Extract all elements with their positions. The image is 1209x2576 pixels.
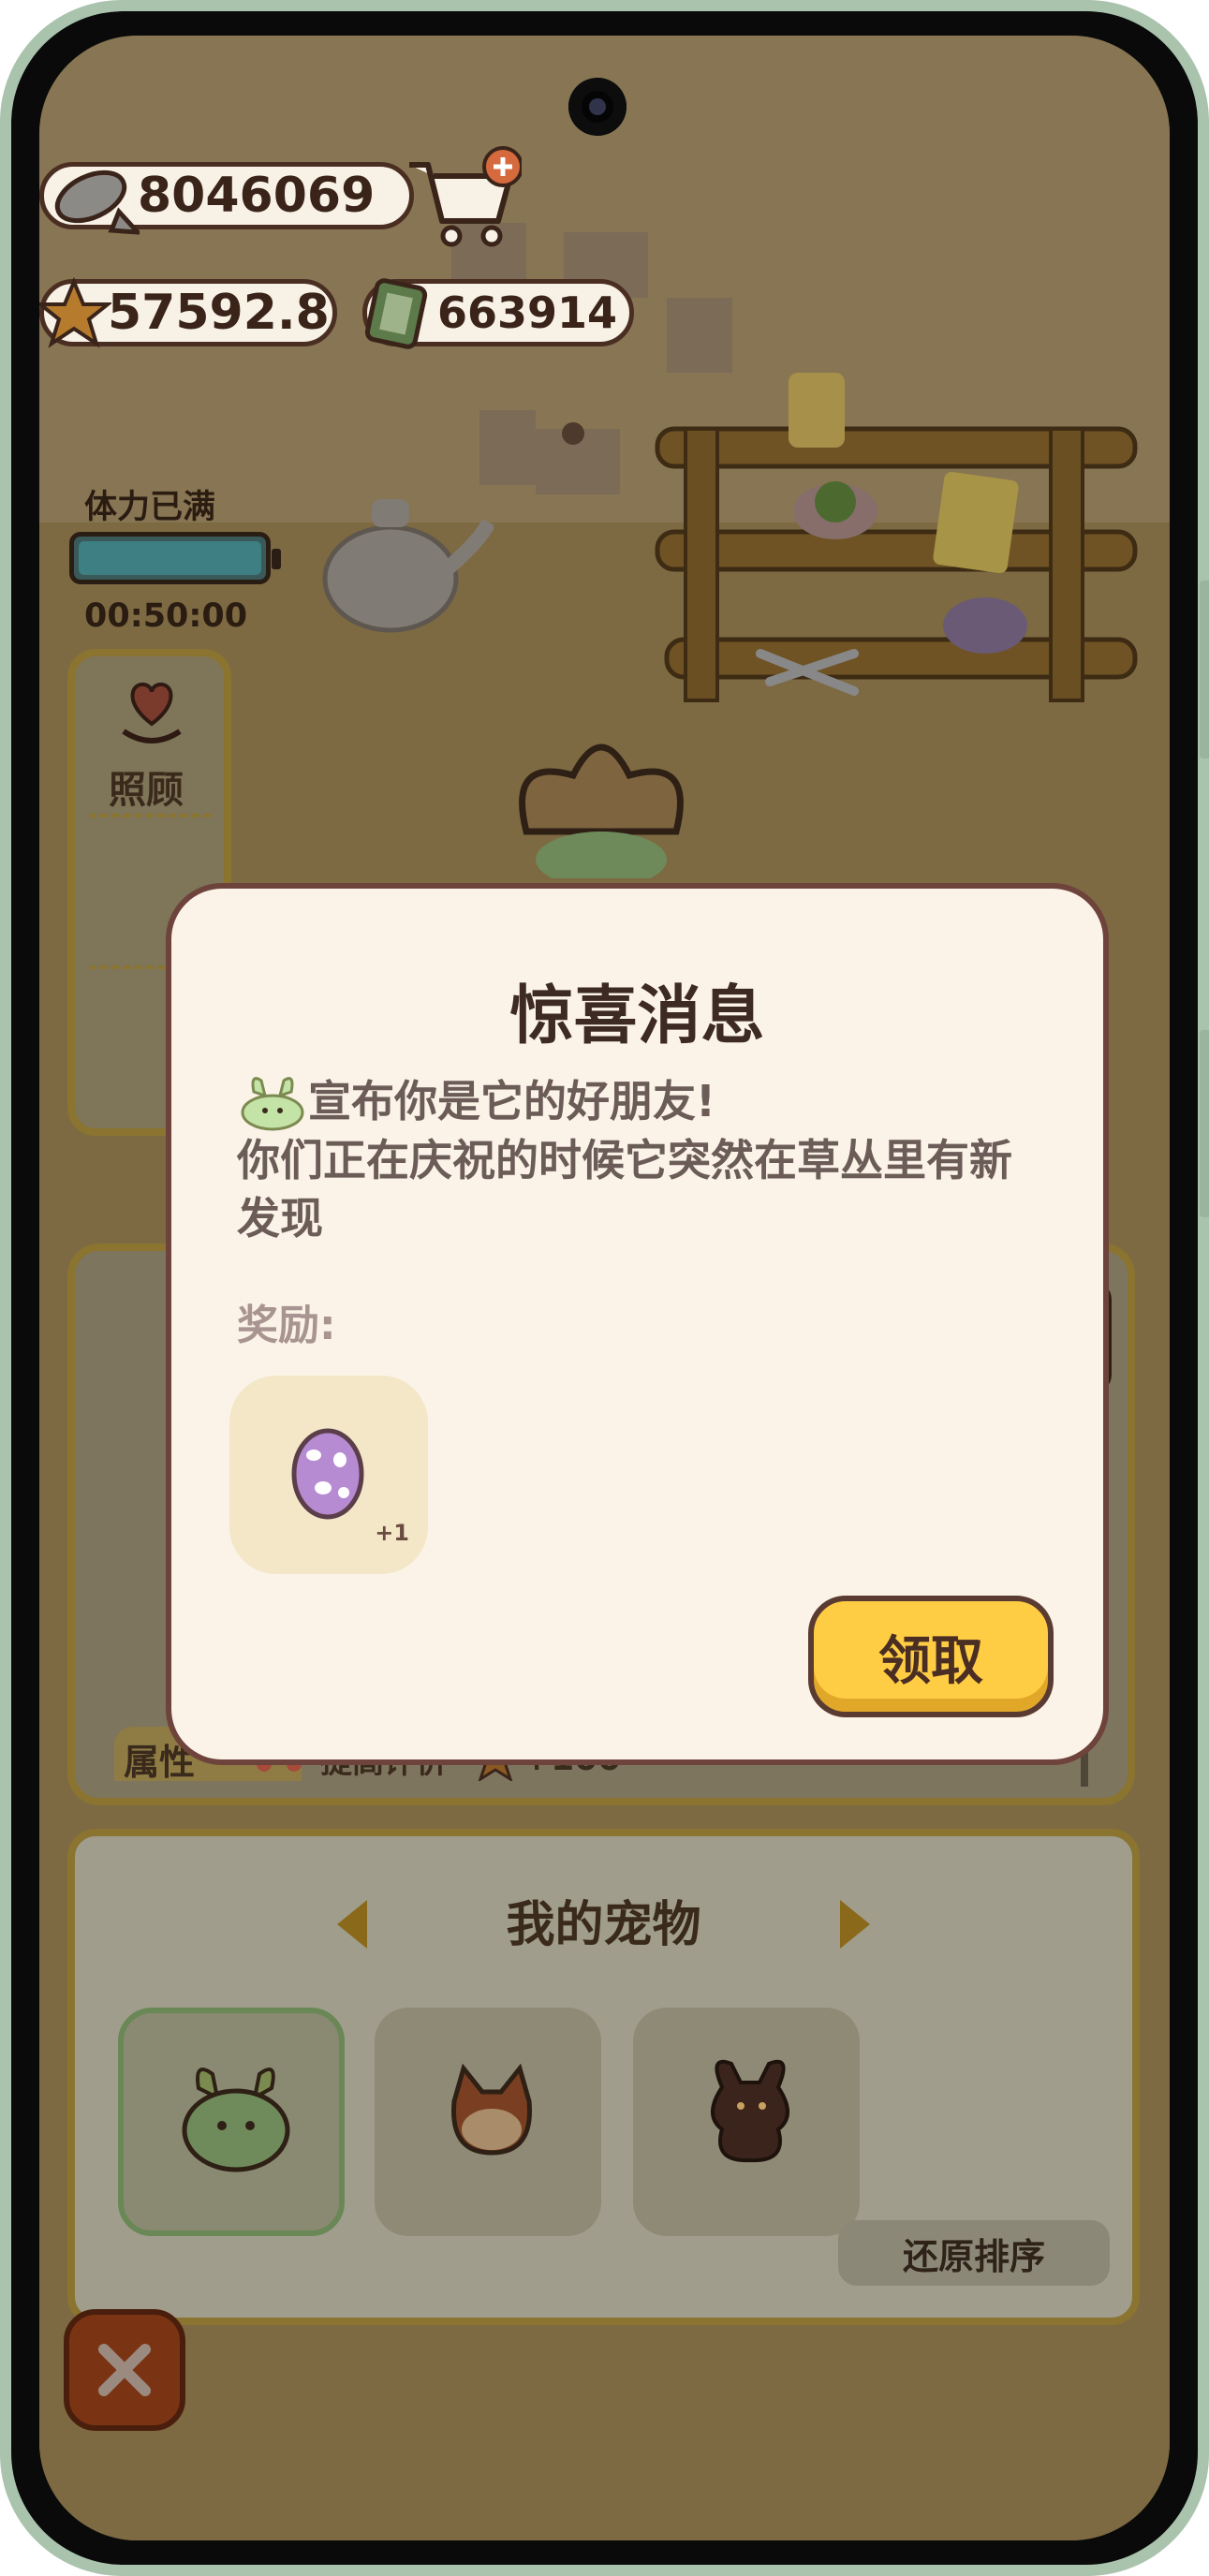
star-currency: 57592.8	[39, 276, 337, 348]
stamina-fill	[79, 541, 261, 575]
heart-hand-icon	[122, 682, 182, 743]
pet-slot-dark-creature[interactable]	[633, 2008, 860, 2236]
ticket-currency: 663914	[362, 278, 634, 349]
menu-divider	[89, 814, 211, 817]
surprise-dialog: 惊喜消息 宣布你是它的好朋友! 你们正在庆祝的时候它突然在草丛里有新发现 奖励:	[166, 883, 1109, 1765]
front-camera	[568, 78, 627, 136]
star-count: 57592.8	[108, 285, 330, 341]
fox-pet-icon	[451, 2064, 532, 2156]
side-menu-item-label: 照顾	[109, 769, 184, 812]
purple-egg-icon	[291, 1428, 364, 1520]
wall-notes	[451, 223, 732, 494]
stamina-bar	[69, 532, 271, 584]
pet-slot-green-bunny[interactable]	[118, 2008, 345, 2236]
green-bunny-icon	[241, 1077, 304, 1131]
ticket-icon	[364, 278, 428, 349]
close-button[interactable]	[64, 2309, 185, 2431]
next-arrow-icon[interactable]	[840, 1900, 870, 1949]
close-icon	[98, 2344, 151, 2396]
claim-button[interactable]: 领取	[808, 1596, 1054, 1717]
pet-character	[519, 743, 684, 878]
dialog-title: 惊喜消息	[509, 979, 765, 1053]
reward-item-slot[interactable]: +1	[229, 1376, 428, 1574]
star-icon	[39, 276, 111, 348]
message-line-1: 宣布你是它的好朋友!	[308, 1076, 715, 1126]
fish-icon	[54, 169, 140, 235]
restore-order-button[interactable]: 还原排序	[838, 2220, 1110, 2286]
stamina-bar-tip	[272, 549, 281, 569]
fish-currency: 8046069	[39, 162, 414, 235]
reward-label: 奖励:	[237, 1302, 336, 1349]
ticket-count: 663914	[437, 287, 618, 338]
message-line-2: 你们正在庆祝的时候它突然在草丛里有新发现	[237, 1135, 1012, 1244]
dialog-message: 宣布你是它的好朋友! 你们正在庆祝的时候它突然在草丛里有新发现	[237, 1071, 1052, 1247]
green-bunny-pet-icon	[182, 2068, 290, 2172]
game-screen: 8046069 57592.8 663914 体力已满 00:50:00 照顾 …	[39, 36, 1170, 2540]
phone-frame: 8046069 57592.8 663914 体力已满 00:50:00 照顾 …	[0, 0, 1209, 2576]
volume-button	[1200, 581, 1209, 758]
stamina-timer: 00:50:00	[84, 597, 248, 635]
my-pets-panel: 我的宠物 还原排序	[67, 1829, 1140, 2325]
side-menu-item-care[interactable]: 照顾	[75, 656, 225, 816]
pet-slot-fox[interactable]	[375, 2008, 601, 2236]
reward-count: +1	[375, 1520, 409, 1546]
shop-cart-button[interactable]	[400, 146, 522, 249]
dark-creature-pet-icon	[711, 2059, 789, 2163]
power-button	[1200, 1030, 1209, 1217]
fish-count: 8046069	[138, 168, 376, 224]
pets-panel-title: 我的宠物	[506, 1897, 701, 1953]
stamina-label: 体力已满	[84, 489, 216, 526]
